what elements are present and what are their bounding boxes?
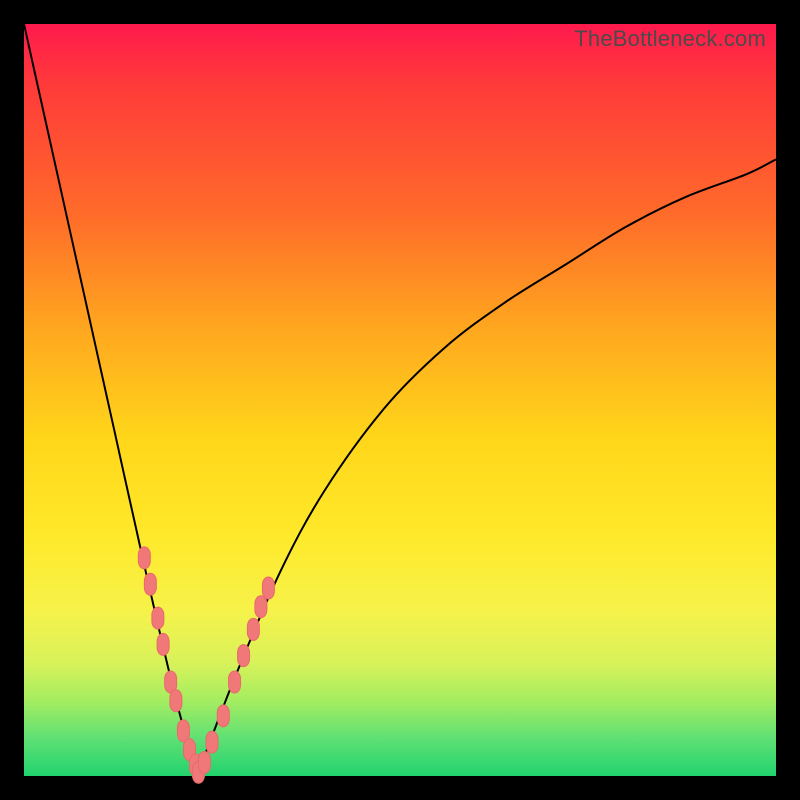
data-marker bbox=[247, 618, 259, 640]
data-marker bbox=[229, 671, 241, 693]
curve-right-branch bbox=[197, 159, 776, 776]
data-marker bbox=[238, 645, 250, 667]
data-marker bbox=[198, 751, 210, 773]
plot-area: TheBottleneck.com bbox=[24, 24, 776, 776]
curve-left-branch bbox=[24, 24, 197, 776]
data-marker bbox=[262, 577, 274, 599]
data-marker bbox=[157, 633, 169, 655]
data-marker bbox=[170, 690, 182, 712]
data-marker bbox=[217, 705, 229, 727]
curve-layer bbox=[24, 24, 776, 776]
data-marker bbox=[152, 607, 164, 629]
marker-group bbox=[138, 547, 274, 783]
data-marker bbox=[138, 547, 150, 569]
data-marker bbox=[144, 573, 156, 595]
data-marker bbox=[255, 596, 267, 618]
data-marker bbox=[206, 731, 218, 753]
chart-frame: TheBottleneck.com bbox=[0, 0, 800, 800]
